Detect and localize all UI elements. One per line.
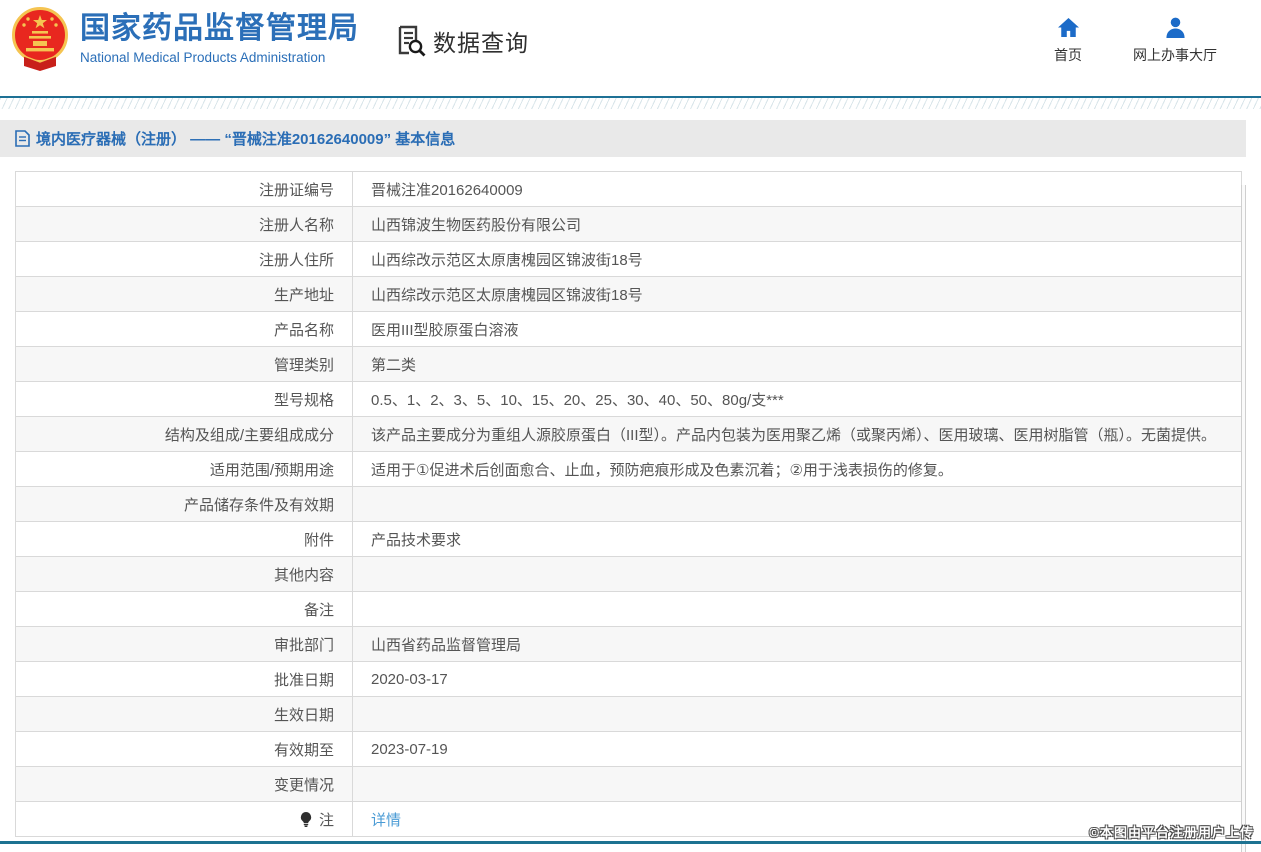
table-row: 备注 <box>16 592 1242 627</box>
field-label: 注册证编号 <box>16 172 353 207</box>
field-value: 适用于①促进术后创面愈合、止血，预防疤痕形成及色素沉着；②用于浅表损伤的修复。 <box>353 452 1242 487</box>
field-value: 0.5、1、2、3、5、10、15、20、25、30、40、50、80g/支**… <box>353 382 1242 417</box>
table-row: 生效日期 <box>16 697 1242 732</box>
site-header: 国家药品监督管理局 National Medical Products Admi… <box>0 0 1261 96</box>
table-row: 审批部门山西省药品监督管理局 <box>16 627 1242 662</box>
field-value <box>353 767 1242 802</box>
field-value: 该产品主要成分为重组人源胶原蛋白（III型）。产品内包装为医用聚乙烯（或聚丙烯）… <box>353 417 1242 452</box>
field-value <box>353 592 1242 627</box>
field-value: 山西省药品监督管理局 <box>353 627 1242 662</box>
field-label: 注 <box>16 802 353 837</box>
field-label: 注册人住所 <box>16 242 353 277</box>
table-scrollbar[interactable] <box>1241 185 1246 852</box>
field-value <box>353 557 1242 592</box>
table-row: 产品名称医用III型胶原蛋白溶液 <box>16 312 1242 347</box>
table-row: 有效期至2023-07-19 <box>16 732 1242 767</box>
page-title-bar: 境内医疗器械（注册） —— “晋械注准20162640009” 基本信息 <box>0 120 1246 157</box>
table-row: 产品储存条件及有效期 <box>16 487 1242 522</box>
document-icon <box>15 130 30 147</box>
site-subtitle: National Medical Products Administration <box>80 50 359 65</box>
nav-home[interactable]: 首页 <box>1039 17 1097 65</box>
user-icon <box>1164 17 1187 38</box>
field-label: 注册人名称 <box>16 207 353 242</box>
field-label: 备注 <box>16 592 353 627</box>
watermark: ©本图由平台注册用户上传 <box>1089 822 1254 841</box>
field-label: 变更情况 <box>16 767 353 802</box>
document-search-icon <box>396 25 426 57</box>
table-row: 型号规格0.5、1、2、3、5、10、15、20、25、30、40、50、80g… <box>16 382 1242 417</box>
field-label: 生产地址 <box>16 277 353 312</box>
field-label: 生效日期 <box>16 697 353 732</box>
nav-service-hall-label: 网上办事大厅 <box>1133 45 1217 65</box>
field-label: 适用范围/预期用途 <box>16 452 353 487</box>
bulb-icon <box>300 812 312 827</box>
field-value: 山西综改示范区太原唐槐园区锦波街18号 <box>353 277 1242 312</box>
table-row: 变更情况 <box>16 767 1242 802</box>
field-label: 型号规格 <box>16 382 353 417</box>
table-row: 批准日期2020-03-17 <box>16 662 1242 697</box>
field-value: 医用III型胶原蛋白溶液 <box>353 312 1242 347</box>
table-row: 注册人名称山西锦波生物医药股份有限公司 <box>16 207 1242 242</box>
field-value: 晋械注准20162640009 <box>353 172 1242 207</box>
header-divider <box>0 96 1261 109</box>
table-row: 适用范围/预期用途适用于①促进术后创面愈合、止血，预防疤痕形成及色素沉着；②用于… <box>16 452 1242 487</box>
content-area: 注册证编号晋械注准20162640009注册人名称山西锦波生物医药股份有限公司注… <box>0 171 1261 837</box>
field-value: 第二类 <box>353 347 1242 382</box>
data-query-heading: 数据查询 <box>396 24 529 58</box>
field-value: 山西锦波生物医药股份有限公司 <box>353 207 1242 242</box>
field-value: 产品技术要求 <box>353 522 1242 557</box>
table-row: 结构及组成/主要组成成分该产品主要成分为重组人源胶原蛋白（III型）。产品内包装… <box>16 417 1242 452</box>
field-label: 附件 <box>16 522 353 557</box>
field-label: 其他内容 <box>16 557 353 592</box>
table-row: 生产地址山西综改示范区太原唐槐园区锦波街18号 <box>16 277 1242 312</box>
home-icon <box>1057 17 1080 38</box>
field-value <box>353 487 1242 522</box>
field-value <box>353 697 1242 732</box>
national-emblem-logo <box>10 6 70 72</box>
detail-link[interactable]: 详情 <box>371 812 401 829</box>
table-row: 注册证编号晋械注准20162640009 <box>16 172 1242 207</box>
nav-home-label: 首页 <box>1054 45 1082 65</box>
page-title: 境内医疗器械（注册） —— “晋械注准20162640009” 基本信息 <box>36 128 455 149</box>
field-label: 产品储存条件及有效期 <box>16 487 353 522</box>
site-title: 国家药品监督管理局 <box>80 12 359 47</box>
field-label: 结构及组成/主要组成成分 <box>16 417 353 452</box>
field-label: 审批部门 <box>16 627 353 662</box>
info-table: 注册证编号晋械注准20162640009注册人名称山西锦波生物医药股份有限公司注… <box>15 171 1242 837</box>
data-query-label: 数据查询 <box>433 24 529 58</box>
field-label: 批准日期 <box>16 662 353 697</box>
info-table-body: 注册证编号晋械注准20162640009注册人名称山西锦波生物医药股份有限公司注… <box>16 172 1242 837</box>
table-row: 注册人住所山西综改示范区太原唐槐园区锦波街18号 <box>16 242 1242 277</box>
logo-text-block: 国家药品监督管理局 National Medical Products Admi… <box>80 12 359 65</box>
field-value: 山西综改示范区太原唐槐园区锦波街18号 <box>353 242 1242 277</box>
field-value: 2020-03-17 <box>353 662 1242 697</box>
table-row: 其他内容 <box>16 557 1242 592</box>
field-label: 产品名称 <box>16 312 353 347</box>
table-row: 注 详情 <box>16 802 1242 837</box>
field-label: 管理类别 <box>16 347 353 382</box>
nav-service-hall[interactable]: 网上办事大厅 <box>1124 17 1226 65</box>
table-row: 附件产品技术要求 <box>16 522 1242 557</box>
table-row: 管理类别第二类 <box>16 347 1242 382</box>
field-label: 有效期至 <box>16 732 353 767</box>
field-value: 2023-07-19 <box>353 732 1242 767</box>
